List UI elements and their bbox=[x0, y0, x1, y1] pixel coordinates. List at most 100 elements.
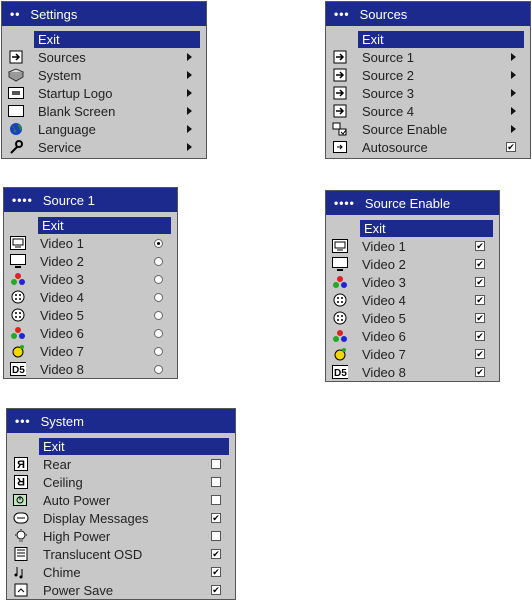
source1-item-video-7[interactable]: Video 7 bbox=[4, 342, 177, 360]
autosource-icon bbox=[332, 140, 348, 154]
system-item-rear[interactable]: R Rear bbox=[7, 455, 235, 473]
system-item-power-save[interactable]: Power Save bbox=[7, 581, 235, 599]
video-1-checkbox[interactable] bbox=[475, 241, 485, 251]
settings-item-blank-screen[interactable]: Blank Screen bbox=[2, 102, 206, 120]
system-item-high-power[interactable]: High Power bbox=[7, 527, 235, 545]
svideo-yellow-icon bbox=[332, 347, 348, 361]
system-item-translucent-osd[interactable]: Translucent OSD bbox=[7, 545, 235, 563]
source-enable-item-video-5[interactable]: Video 5 bbox=[326, 309, 499, 327]
d5-icon: D5 bbox=[332, 365, 348, 379]
video-5-checkbox[interactable] bbox=[475, 313, 485, 323]
source1-item-video-6[interactable]: Video 6 bbox=[4, 324, 177, 342]
source1-exit[interactable]: Exit bbox=[38, 217, 171, 234]
source-enable-item-video-2[interactable]: Video 2 bbox=[326, 255, 499, 273]
ceiling-checkbox[interactable] bbox=[211, 477, 221, 487]
source1-menu: •••• Source 1 Exit Video 1 Video 2 Video 3… bbox=[3, 187, 178, 379]
source-enable-item-video-4[interactable]: Video 4 bbox=[326, 291, 499, 309]
video-7-checkbox[interactable] bbox=[475, 349, 485, 359]
source1-title-bar: •••• Source 1 bbox=[4, 188, 177, 212]
chime-checkbox[interactable] bbox=[211, 567, 221, 577]
sources-item-autosource[interactable]: Autosource bbox=[326, 138, 530, 156]
display-messages-checkbox[interactable] bbox=[211, 513, 221, 523]
svg-text:D5: D5 bbox=[12, 365, 25, 376]
source-enable-item-video-3[interactable]: Video 3 bbox=[326, 273, 499, 291]
source1-item-video-8[interactable]: D5 Video 8 bbox=[4, 360, 177, 378]
source-enable-title: Source Enable bbox=[364, 195, 451, 211]
music-note-icon bbox=[13, 565, 29, 579]
lightbulb-icon bbox=[13, 529, 29, 543]
sources-item-source-enable[interactable]: Source Enable bbox=[326, 120, 530, 138]
submenu-arrow-icon bbox=[511, 125, 516, 133]
translucent-osd-checkbox[interactable] bbox=[211, 549, 221, 559]
source1-item-video-1[interactable]: Video 1 bbox=[4, 234, 177, 252]
source-enable-item-video-8[interactable]: D5 Video 8 bbox=[326, 363, 499, 381]
video-4-radio[interactable] bbox=[154, 292, 163, 302]
menu-level-dots: •••• bbox=[334, 196, 355, 210]
video-4-checkbox[interactable] bbox=[475, 295, 485, 305]
source1-item-video-3[interactable]: Video 3 bbox=[4, 270, 177, 288]
system-item-chime[interactable]: Chime bbox=[7, 563, 235, 581]
power-save-checkbox[interactable] bbox=[211, 585, 221, 595]
autosource-checkbox[interactable] bbox=[506, 142, 516, 152]
video-6-checkbox[interactable] bbox=[475, 331, 485, 341]
settings-exit[interactable]: Exit bbox=[34, 31, 200, 48]
sources-item-source-3[interactable]: Source 3 bbox=[326, 84, 530, 102]
high-power-checkbox[interactable] bbox=[211, 531, 221, 541]
settings-item-sources[interactable]: Sources bbox=[2, 48, 206, 66]
video-3-checkbox[interactable] bbox=[475, 277, 485, 287]
source-icon bbox=[332, 86, 348, 100]
source-enable-item-video-6[interactable]: Video 6 bbox=[326, 327, 499, 345]
source1-item-video-4[interactable]: Video 4 bbox=[4, 288, 177, 306]
settings-item-system[interactable]: System bbox=[2, 66, 206, 84]
video-8-radio[interactable] bbox=[154, 364, 163, 374]
submenu-arrow-icon bbox=[187, 71, 192, 79]
submenu-arrow-icon bbox=[187, 125, 192, 133]
auto-power-checkbox[interactable] bbox=[211, 495, 221, 505]
video-7-radio[interactable] bbox=[154, 346, 163, 356]
sources-icon bbox=[8, 50, 24, 64]
source-enable-exit[interactable]: Exit bbox=[360, 220, 493, 237]
submenu-arrow-icon bbox=[511, 107, 516, 115]
sources-item-source-1[interactable]: Source 1 bbox=[326, 48, 530, 66]
video-8-checkbox[interactable] bbox=[475, 367, 485, 377]
power-save-icon bbox=[13, 583, 29, 597]
source1-item-video-2[interactable]: Video 2 bbox=[4, 252, 177, 270]
system-exit[interactable]: Exit bbox=[39, 438, 229, 455]
monitor-icon bbox=[332, 257, 348, 271]
source1-item-video-5[interactable]: Video 5 bbox=[4, 306, 177, 324]
submenu-arrow-icon bbox=[187, 143, 192, 151]
video-3-radio[interactable] bbox=[154, 274, 163, 284]
source-enable-item-video-1[interactable]: Video 1 bbox=[326, 237, 499, 255]
video-2-checkbox[interactable] bbox=[475, 259, 485, 269]
video-1-radio[interactable] bbox=[154, 238, 163, 248]
monitor-icon bbox=[10, 254, 26, 268]
svg-text:D5: D5 bbox=[334, 368, 347, 379]
system-item-auto-power[interactable]: Auto Power bbox=[7, 491, 235, 509]
settings-item-service[interactable]: Service bbox=[2, 138, 206, 156]
video-6-radio[interactable] bbox=[154, 328, 163, 338]
sources-exit[interactable]: Exit bbox=[358, 31, 524, 48]
submenu-arrow-icon bbox=[511, 71, 516, 79]
rear-checkbox[interactable] bbox=[211, 459, 221, 469]
d5-icon: D5 bbox=[10, 362, 26, 376]
source-icon bbox=[332, 68, 348, 82]
source-enable-title-bar: •••• Source Enable bbox=[326, 191, 499, 215]
sources-item-source-4[interactable]: Source 4 bbox=[326, 102, 530, 120]
composite-icon bbox=[10, 326, 26, 340]
settings-item-startup-logo[interactable]: Startup Logo bbox=[2, 84, 206, 102]
sources-item-source-2[interactable]: Source 2 bbox=[326, 66, 530, 84]
video-5-radio[interactable] bbox=[154, 310, 163, 320]
logo-icon bbox=[8, 86, 24, 100]
menu-level-dots: ••• bbox=[334, 7, 350, 21]
svideo-icon bbox=[10, 290, 26, 304]
submenu-arrow-icon bbox=[511, 89, 516, 97]
settings-item-language[interactable]: Language bbox=[2, 120, 206, 138]
system-item-display-messages[interactable]: Display Messages bbox=[7, 509, 235, 527]
source-enable-menu: •••• Source Enable Exit Video 1Video 2Vi… bbox=[325, 190, 500, 382]
video-2-radio[interactable] bbox=[154, 256, 163, 266]
system-menu: ••• System Exit R Rear R Ceiling Auto Po… bbox=[6, 408, 236, 600]
menu-level-dots: ••• bbox=[15, 414, 31, 428]
source-enable-item-video-7[interactable]: Video 7 bbox=[326, 345, 499, 363]
svideo-icon bbox=[10, 308, 26, 322]
system-item-ceiling[interactable]: R Ceiling bbox=[7, 473, 235, 491]
